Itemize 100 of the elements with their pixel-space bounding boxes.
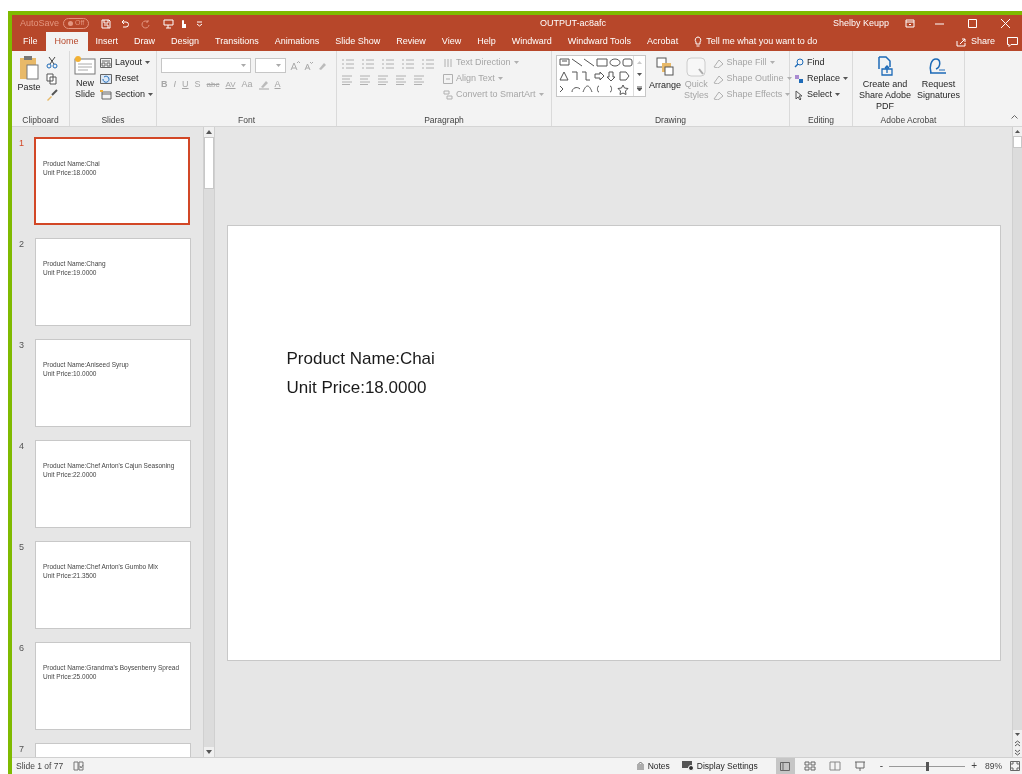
- new-slide-button[interactable]: New Slide: [74, 55, 96, 114]
- arrange-icon: [654, 55, 676, 79]
- dropdown-caret-icon: [513, 61, 519, 64]
- group-label: Paragraph: [423, 114, 465, 126]
- group-label: Drawing: [653, 114, 688, 126]
- spelling-icon[interactable]: [73, 761, 85, 771]
- group-label: Slides: [100, 114, 126, 126]
- lightbulb-icon: [694, 36, 703, 47]
- ribbon-tab[interactable]: Acrobat: [639, 32, 687, 51]
- scissors-icon[interactable]: [46, 56, 58, 69]
- thumbnail-scrollbar[interactable]: [203, 127, 215, 757]
- layout-button[interactable]: Layout: [100, 55, 154, 70]
- collapse-ribbon-icon[interactable]: [1011, 115, 1018, 119]
- create-pdf-button[interactable]: Create and Share Adobe PDF: [857, 55, 913, 114]
- ribbon-tab[interactable]: Home: [45, 32, 88, 51]
- zoom-out-button[interactable]: -: [879, 761, 884, 771]
- reset-button[interactable]: Reset: [100, 71, 154, 86]
- more-icon[interactable]: [637, 86, 642, 92]
- ribbon-tab[interactable]: File: [15, 32, 46, 51]
- save-icon[interactable]: [101, 18, 112, 29]
- ribbon-tab[interactable]: Review: [388, 32, 434, 51]
- shapes-gallery[interactable]: [556, 55, 646, 97]
- reset-icon: [100, 73, 112, 84]
- tell-me-search[interactable]: Tell me what you want to do: [686, 32, 826, 51]
- ribbon-tab[interactable]: Help: [469, 32, 504, 51]
- arrange-button[interactable]: Arrange: [650, 55, 680, 114]
- slide-text: Unit Price:18.0000: [286, 377, 428, 399]
- ribbon-tab[interactable]: View: [433, 32, 470, 51]
- slide-number: 3: [18, 339, 25, 352]
- document-upload-icon: [877, 55, 893, 77]
- previous-slide-icon[interactable]: [1013, 739, 1022, 748]
- undo-icon[interactable]: [119, 18, 130, 29]
- next-slide-icon[interactable]: [1013, 748, 1022, 757]
- font-size-field[interactable]: [255, 58, 286, 73]
- select-button[interactable]: Select: [794, 87, 849, 102]
- customize-caret-icon[interactable]: [196, 18, 204, 29]
- font-name-field[interactable]: [161, 58, 251, 73]
- justify-icon[interactable]: [395, 75, 407, 85]
- ribbon-tab[interactable]: Design: [163, 32, 208, 51]
- group-label: Font: [237, 114, 256, 126]
- display-settings-button[interactable]: Display Settings: [681, 758, 758, 774]
- ribbon-tab[interactable]: Windward Tools: [559, 32, 640, 51]
- copy-icon[interactable]: [46, 73, 58, 85]
- ribbon-tab[interactable]: Transitions: [207, 32, 267, 51]
- smartart-icon: [443, 89, 453, 100]
- slide-number: 5: [18, 541, 25, 554]
- align-text-icon: [443, 73, 453, 84]
- slide-number: 7: [18, 743, 25, 756]
- comment-icon[interactable]: [1007, 37, 1018, 47]
- maximize-icon[interactable]: [968, 19, 977, 28]
- close-icon[interactable]: [1001, 19, 1010, 28]
- new-slide-icon: [74, 55, 96, 75]
- zoom-in-button[interactable]: +: [971, 761, 977, 771]
- highlight-pen-icon[interactable]: [258, 79, 269, 90]
- share-icon: [955, 36, 967, 47]
- normal-view-button[interactable]: [775, 758, 795, 774]
- ribbon-tab[interactable]: Draw: [126, 32, 164, 51]
- section-button[interactable]: Section: [100, 87, 154, 102]
- ribbon-tab[interactable]: Insert: [87, 32, 127, 51]
- scroll-down-icon[interactable]: [637, 73, 642, 77]
- increase-font-icon[interactable]: [290, 60, 300, 71]
- fit-to-window-icon[interactable]: [1010, 761, 1020, 771]
- paste-button[interactable]: Paste: [16, 55, 42, 114]
- projector-icon: [854, 760, 867, 772]
- center-icon[interactable]: [359, 75, 371, 85]
- layout-icon: [100, 57, 112, 68]
- ribbon-tab[interactable]: Slide Show: [327, 32, 389, 51]
- notes-button[interactable]: Notes: [635, 758, 670, 774]
- user-name: Shelby Keupp: [832, 16, 889, 30]
- find-button[interactable]: Find: [794, 55, 849, 70]
- align-right-icon[interactable]: [377, 75, 389, 85]
- columns-icon[interactable]: [413, 75, 425, 85]
- request-signatures-button[interactable]: Request Signatures: [916, 55, 960, 114]
- presentation-icon[interactable]: [163, 18, 175, 29]
- slide-number: 1: [18, 137, 25, 150]
- dropdown-caret-icon: [785, 93, 791, 96]
- window-title: OUTPUT-ac8afc: [540, 16, 607, 30]
- book-icon: [829, 760, 842, 772]
- section-icon: [100, 89, 112, 100]
- monitor-icon: [681, 761, 694, 771]
- clear-format-icon[interactable]: [317, 60, 327, 71]
- dropdown-caret-icon: [241, 64, 246, 67]
- text-direction-icon: [443, 57, 453, 68]
- ribbon-tab[interactable]: Windward: [503, 32, 560, 51]
- slide-text: Product Name:Chai: [286, 348, 436, 370]
- paintbrush-icon[interactable]: [46, 89, 58, 101]
- decrease-font-icon[interactable]: [304, 60, 313, 71]
- scrollbar-thumb[interactable]: [204, 137, 214, 189]
- ribbon-tab[interactable]: Animations: [266, 32, 328, 51]
- editor-scrollbar[interactable]: [1012, 127, 1022, 757]
- search-icon: [794, 57, 804, 68]
- dropdown-caret-icon: [145, 61, 151, 64]
- replace-button[interactable]: Replace: [794, 71, 849, 86]
- align-left-icon[interactable]: [341, 75, 353, 85]
- dropdown-caret-icon: [148, 93, 154, 96]
- zoom-slider-thumb[interactable]: [925, 761, 929, 771]
- ribbon-display-icon[interactable]: [905, 19, 915, 28]
- share-button[interactable]: Share: [947, 32, 1003, 51]
- scrollbar-thumb[interactable]: [1013, 136, 1022, 148]
- redo-icon[interactable]: [141, 18, 152, 29]
